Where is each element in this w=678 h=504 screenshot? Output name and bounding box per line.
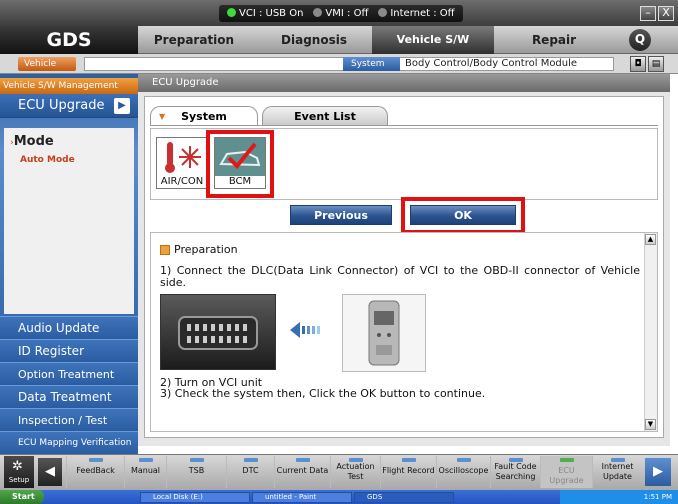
- print-icon[interactable]: ▤: [648, 56, 664, 72]
- menu-repair[interactable]: Repair: [512, 26, 596, 54]
- setup-button[interactable]: ✲ Setup: [4, 456, 34, 488]
- toolbar-dtc[interactable]: DTC: [226, 456, 274, 488]
- toolbar-manual[interactable]: Manual: [124, 456, 166, 488]
- system-path: Body Control/Body Control Module: [405, 58, 578, 69]
- ecu-bcm-label: BCM: [228, 176, 252, 187]
- minimize-button[interactable]: –: [640, 6, 656, 21]
- vehicle-button[interactable]: Vehicle: [18, 57, 76, 71]
- system-button[interactable]: System: [343, 57, 400, 71]
- ecu-aircon-label: AIR/CON: [160, 176, 204, 187]
- system-tray-clock: 1:51 PM: [560, 490, 678, 504]
- vci-indicator-icon: [227, 8, 236, 17]
- flight-record-icon: [401, 458, 416, 462]
- toolbar-flight-record[interactable]: Flight Record: [380, 456, 436, 488]
- toolbar-prev-button[interactable]: ◀: [38, 458, 62, 486]
- sidebar-item-id-register[interactable]: ID Register: [0, 339, 138, 362]
- task-gds[interactable]: GDS: [354, 492, 454, 503]
- content-title: ECU Upgrade: [138, 74, 670, 92]
- menu-diagnosis[interactable]: Diagnosis: [268, 26, 360, 54]
- task-paint[interactable]: untitled - Paint: [252, 492, 352, 503]
- sidebar-item-option-treatment[interactable]: Option Treatment: [0, 362, 138, 385]
- toolbar-feedback[interactable]: FeedBack: [66, 456, 124, 488]
- internet-update-icon: [610, 458, 625, 462]
- start-button[interactable]: Start: [0, 490, 44, 504]
- fault-code-icon: [508, 458, 523, 462]
- search-icon[interactable]: Q: [629, 29, 651, 51]
- vmi-status: VMI : Off: [313, 8, 368, 19]
- dlc-connector-photo: [160, 294, 276, 370]
- sidebar-item-data-treatment[interactable]: Data Treatment: [0, 385, 138, 408]
- sidebar-title: Vehicle S/W Management: [0, 78, 138, 94]
- vci-device-photo: [342, 294, 426, 372]
- oscilloscope-icon: [456, 458, 471, 462]
- obd-connector-icon: [178, 316, 258, 350]
- menu-vehicle-sw-management[interactable]: Vehicle S/W Management: [372, 26, 494, 74]
- tab-divider: [150, 125, 658, 126]
- bcm-car-icon: [215, 138, 265, 176]
- vmi-indicator-icon: [313, 8, 323, 17]
- step-1-text: 1) Connect the DLC(Data Link Connector) …: [160, 264, 640, 289]
- task-local-disk[interactable]: Local Disk (E:): [140, 492, 250, 503]
- manual-icon: [138, 458, 153, 462]
- menu-preparation[interactable]: Preparation: [150, 26, 238, 54]
- ecu-aircon[interactable]: AIR/CON: [156, 137, 208, 189]
- feedback-icon: [88, 458, 103, 462]
- actuation-test-icon: [348, 458, 363, 462]
- sidebar-item-audio-update[interactable]: Audio Update: [0, 316, 138, 339]
- mode-auto[interactable]: Auto Mode: [20, 155, 75, 165]
- aircon-icon: [165, 142, 201, 173]
- internet-status: Internet : Off: [378, 8, 455, 19]
- gear-icon: ✲: [12, 459, 23, 474]
- scroll-up-icon[interactable]: ▲: [645, 234, 656, 245]
- tsb-icon: [189, 458, 204, 462]
- ecu-bcm[interactable]: BCM: [214, 137, 266, 189]
- toolbar-fault-code-searching[interactable]: Fault Code Searching: [490, 456, 540, 488]
- toolbar-tsb[interactable]: TSB: [166, 456, 226, 488]
- close-button[interactable]: X: [658, 6, 674, 21]
- toolbar-ecu-upgrade[interactable]: ECU Upgrade: [540, 456, 592, 488]
- vci-status: VCI : USB On: [227, 8, 303, 19]
- chevron-right-icon: ▶: [114, 98, 130, 114]
- sidebar-item-inspection-test[interactable]: Inspection / Test: [0, 408, 138, 431]
- scrollbar[interactable]: [644, 233, 657, 431]
- connection-status: VCI : USB On VMI : Off Internet : Off: [219, 5, 463, 22]
- step-3-text: 3) Check the system then, Click the OK b…: [160, 387, 486, 400]
- camera-icon[interactable]: ◘: [630, 56, 646, 72]
- toolbar-current-data[interactable]: Current Data: [274, 456, 330, 488]
- current-data-icon: [295, 458, 310, 462]
- dtc-icon: [243, 458, 258, 462]
- toolbar-internet-update[interactable]: Internet Update: [592, 456, 642, 488]
- gds-logo: GDS: [0, 26, 138, 54]
- toolbar-oscilloscope[interactable]: Oscilloscope: [436, 456, 490, 488]
- caret-down-icon: ▼: [159, 112, 166, 121]
- connect-arrow-icon: [290, 322, 320, 338]
- internet-indicator-icon: [378, 8, 388, 17]
- preparation-title: Preparation: [174, 243, 238, 256]
- ecu-upgrade-icon: [559, 458, 574, 462]
- previous-button[interactable]: Previous: [290, 205, 392, 225]
- toolbar-next-button[interactable]: ▶: [645, 458, 671, 486]
- mode-title: ›Mode: [10, 134, 54, 149]
- tab-system[interactable]: ▼ System: [150, 106, 258, 126]
- toolbar-actuation-test[interactable]: Actuation Test: [330, 456, 380, 488]
- vci-device-icon: [368, 300, 400, 366]
- preparation-bullet-icon: [160, 245, 170, 255]
- scroll-down-icon[interactable]: ▼: [645, 419, 656, 430]
- tab-event-list[interactable]: Event List: [262, 106, 388, 126]
- ok-button[interactable]: OK: [410, 205, 516, 225]
- sidebar-item-ecu-mapping-verification[interactable]: ECU Mapping Verification: [0, 431, 138, 454]
